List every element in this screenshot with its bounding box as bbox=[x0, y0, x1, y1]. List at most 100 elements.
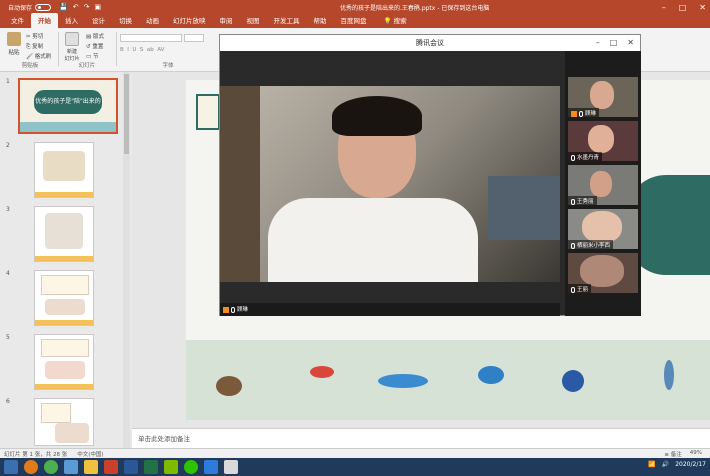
powerpoint-icon[interactable] bbox=[104, 460, 118, 474]
footer-bar bbox=[35, 192, 93, 197]
undo-icon[interactable]: ↶ bbox=[73, 3, 79, 11]
wechat-icon[interactable] bbox=[184, 460, 198, 474]
tab-help[interactable]: 帮助 bbox=[307, 13, 334, 28]
main-video[interactable] bbox=[220, 86, 560, 282]
player-icon[interactable] bbox=[164, 460, 178, 474]
excel-icon[interactable] bbox=[144, 460, 158, 474]
tab-file[interactable]: 文件 bbox=[4, 13, 31, 28]
slide-thumbnail-5[interactable]: 5 bbox=[4, 334, 120, 394]
slide-preview bbox=[34, 398, 94, 446]
minimize-icon[interactable]: – bbox=[662, 3, 666, 12]
slide-number: 1 bbox=[6, 78, 10, 85]
text-bubble bbox=[41, 275, 89, 295]
participant-tile[interactable]: 栖丽米小李西 bbox=[568, 209, 638, 249]
font-name-field[interactable] bbox=[120, 34, 182, 42]
participant-tile[interactable]: 顾琳 bbox=[568, 77, 638, 117]
clock-date[interactable]: 2020/2/17 bbox=[675, 461, 706, 468]
slide-thumbnail-4[interactable]: 4 bbox=[4, 270, 120, 330]
section-button[interactable]: ▭ 节 bbox=[86, 52, 98, 60]
close-icon[interactable]: ✕ bbox=[627, 35, 634, 51]
tab-home[interactable]: 开始 bbox=[31, 13, 58, 28]
minimize-icon[interactable]: – bbox=[596, 35, 600, 51]
sofa bbox=[488, 176, 560, 240]
tab-slideshow[interactable]: 幻灯片放映 bbox=[166, 13, 213, 28]
person-hair bbox=[332, 96, 422, 136]
staircase bbox=[220, 86, 260, 282]
cartoon-image bbox=[55, 423, 89, 443]
start-icon[interactable] bbox=[4, 460, 18, 474]
tab-transitions[interactable]: 切换 bbox=[112, 13, 139, 28]
chrome-icon[interactable] bbox=[44, 460, 58, 474]
slide-thumbnail-3[interactable]: 3 bbox=[4, 206, 120, 266]
format-painter-label: 格式刷 bbox=[34, 54, 52, 60]
meeting-title-bar: 腾讯会议 – □ ✕ bbox=[220, 35, 640, 51]
thumbnail-scrollbar[interactable] bbox=[123, 72, 130, 448]
separator bbox=[58, 32, 59, 66]
slide-preview bbox=[34, 334, 94, 390]
slide-number: 3 bbox=[6, 206, 10, 213]
folder-icon[interactable] bbox=[84, 460, 98, 474]
shell-image bbox=[216, 376, 242, 396]
notes-toggle[interactable]: ≡ 备注 bbox=[664, 450, 681, 458]
network-icon[interactable]: 📶 bbox=[648, 461, 655, 468]
participant-tile[interactable]: 王秀丽 bbox=[568, 165, 638, 205]
tab-design[interactable]: 设计 bbox=[85, 13, 112, 28]
search-box[interactable]: 💡 搜索 bbox=[384, 15, 407, 28]
maximize-icon[interactable]: □ bbox=[679, 3, 687, 12]
present-icon[interactable]: ▣ bbox=[94, 3, 101, 11]
participant-list: 顾琳 水墨丹青 王秀丽 栖丽米小李西 王丽 bbox=[565, 51, 641, 316]
volume-icon[interactable]: 🔊 bbox=[662, 461, 669, 468]
maximize-icon[interactable]: □ bbox=[610, 35, 618, 51]
redo-icon[interactable]: ↷ bbox=[84, 3, 90, 11]
slide-number: 5 bbox=[6, 334, 10, 341]
slide-preview: 优秀的孩子是"陪"出来的 bbox=[18, 78, 118, 134]
autosave-label: 自动保存 bbox=[8, 4, 33, 12]
bird-app-icon[interactable] bbox=[64, 460, 78, 474]
tab-baidu[interactable]: 百度网盘 bbox=[334, 13, 374, 28]
tab-insert[interactable]: 插入 bbox=[58, 13, 85, 28]
layout-button[interactable]: ▤ 版式 bbox=[86, 32, 104, 40]
mic-icon bbox=[571, 242, 575, 249]
slide-preview bbox=[34, 270, 94, 326]
mic-icon bbox=[571, 198, 575, 205]
participant-face bbox=[582, 211, 622, 243]
participant-tile[interactable]: 水墨丹青 bbox=[568, 121, 638, 161]
slide-thumbnail-1[interactable]: 1 优秀的孩子是"陪"出来的 bbox=[4, 78, 120, 138]
mic-icon bbox=[231, 306, 235, 313]
close-icon[interactable]: ✕ bbox=[699, 3, 706, 12]
reset-button[interactable]: ↺ 重置 bbox=[86, 42, 103, 50]
cut-button[interactable]: ✂ 剪切 bbox=[26, 32, 43, 40]
tab-review[interactable]: 审阅 bbox=[213, 13, 240, 28]
tab-animations[interactable]: 动画 bbox=[139, 13, 166, 28]
notes-field[interactable]: 单击此处添加备注 bbox=[132, 428, 710, 448]
ribbon-tabs: 文件 开始 插入 设计 切换 动画 幻灯片放映 审阅 视图 开发工具 帮助 百度… bbox=[0, 13, 710, 28]
separator bbox=[116, 32, 117, 66]
media-player-icon[interactable] bbox=[24, 460, 38, 474]
paste-icon bbox=[7, 32, 21, 46]
font-size-field[interactable] bbox=[184, 34, 204, 42]
host-icon bbox=[571, 110, 577, 117]
app-icon[interactable] bbox=[224, 460, 238, 474]
zoom-level[interactable]: 49% bbox=[690, 450, 702, 458]
copy-button[interactable]: ⎘ 复制 bbox=[26, 42, 43, 51]
font-format-buttons[interactable]: B I U S ab AV bbox=[120, 47, 164, 53]
participant-tile[interactable]: 王丽 bbox=[568, 253, 638, 293]
participant-face bbox=[590, 81, 614, 109]
slide-number: 2 bbox=[6, 142, 10, 149]
format-painter-button[interactable]: 🖌 格式刷 bbox=[26, 52, 51, 60]
slide-number: 6 bbox=[6, 398, 10, 405]
tab-view[interactable]: 视图 bbox=[240, 13, 267, 28]
scrollbar-thumb[interactable] bbox=[124, 74, 129, 154]
slide-thumbnail-2[interactable]: 2 bbox=[4, 142, 120, 202]
paste-button[interactable]: 粘贴 bbox=[6, 32, 22, 56]
tencent-meeting-icon[interactable] bbox=[204, 460, 218, 474]
word-icon[interactable] bbox=[124, 460, 138, 474]
save-icon[interactable]: 💾 bbox=[59, 3, 68, 11]
new-slide-button[interactable]: 新建 幻灯片 bbox=[62, 32, 82, 62]
cartoon-image bbox=[45, 361, 85, 379]
linkedin-whale-image bbox=[378, 374, 428, 388]
tab-developer[interactable]: 开发工具 bbox=[267, 13, 307, 28]
cartoon-image bbox=[43, 151, 85, 181]
autosave-toggle[interactable] bbox=[35, 3, 52, 11]
cut-label: 剪切 bbox=[32, 34, 44, 40]
